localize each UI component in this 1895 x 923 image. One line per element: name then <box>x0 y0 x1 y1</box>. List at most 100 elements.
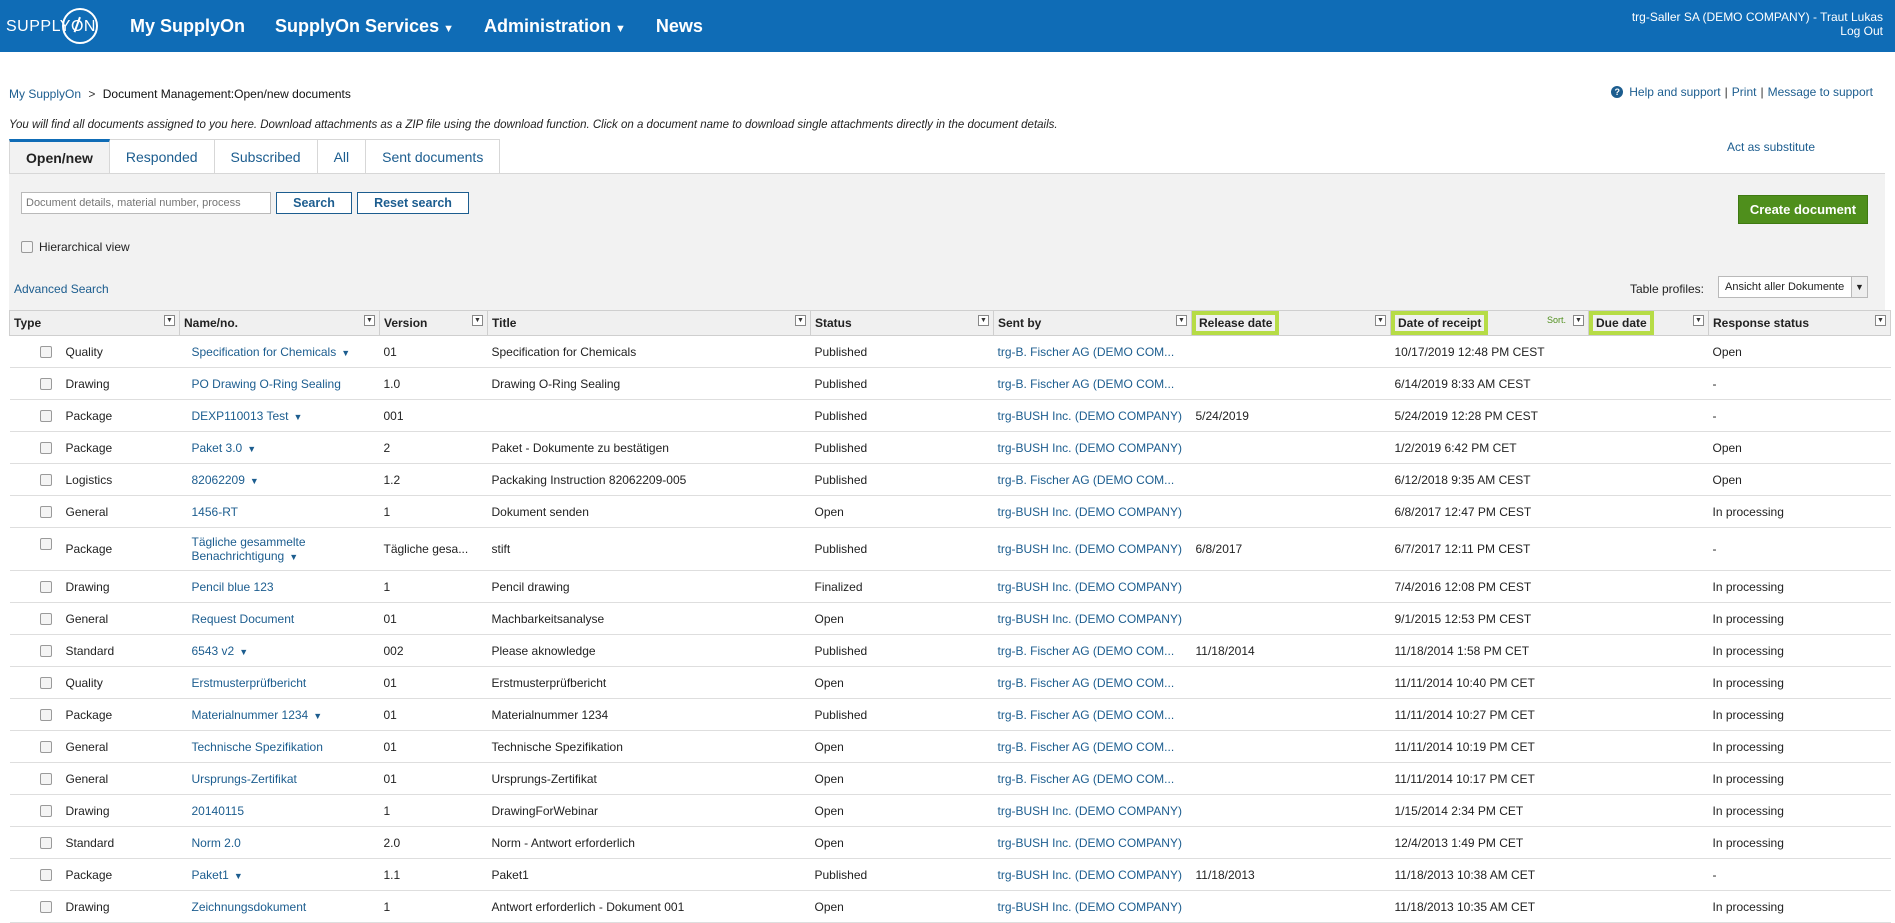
table-row[interactable]: Standard 6543 v2 ▼ 002 Please aknowledge Publ… <box>9 634 1891 667</box>
col-status[interactable]: Status ▼ <box>810 310 994 336</box>
column-menu-icon[interactable]: ▼ <box>1693 315 1704 326</box>
sender-link[interactable]: trg-B. Fischer AG (DEMO COM... <box>993 762 1192 795</box>
table-profile-select[interactable]: Ansicht aller Dokumente ▼ <box>1718 276 1868 298</box>
table-row[interactable]: Quality Erstmusterprüfbericht 01 Erstmuster… <box>9 666 1891 699</box>
act-as-substitute-link[interactable]: Act as substitute <box>1727 140 1815 154</box>
row-checkbox[interactable] <box>39 677 52 689</box>
document-name-link[interactable]: Erstmusterprüfbericht <box>179 666 380 699</box>
document-menu-caret-icon[interactable]: ▼ <box>289 552 298 562</box>
table-row[interactable]: General Ursprungs-Zertifikat 01 Ursprungs-Z… <box>9 762 1891 795</box>
document-menu-caret-icon[interactable]: ▼ <box>239 647 248 657</box>
row-checkbox[interactable] <box>39 346 52 358</box>
table-row[interactable]: Quality Specification for Chemicals ▼ 01 Spe… <box>9 335 1891 368</box>
sender-link[interactable]: trg-BUSH Inc. (DEMO COMPANY) <box>993 495 1192 528</box>
sender-link[interactable]: trg-B. Fischer AG (DEMO COM... <box>993 666 1192 699</box>
document-name-link[interactable]: Specification for Chemicals ▼ <box>179 335 380 368</box>
row-checkbox[interactable] <box>39 645 52 657</box>
document-name-link[interactable]: Request Document <box>179 602 380 635</box>
col-release-date[interactable]: Release date ▼ <box>1191 310 1391 336</box>
row-checkbox[interactable] <box>39 709 52 721</box>
tab-all[interactable]: All <box>317 139 367 173</box>
document-name-link[interactable]: Tägliche gesammelte Benachrichtigung ▼ <box>179 527 380 571</box>
search-button[interactable]: Search <box>276 192 352 214</box>
document-name[interactable]: Paket1 <box>192 868 229 882</box>
logout-link[interactable]: Log Out <box>1632 24 1883 38</box>
document-name[interactable]: Technische Spezifikation <box>192 740 323 754</box>
document-name[interactable]: Specification for Chemicals <box>192 345 337 359</box>
document-name-link[interactable]: Paket 3.0 ▼ <box>179 431 380 464</box>
table-row[interactable]: Standard Norm 2.0 2.0 Norm - Antwort erford… <box>9 826 1891 859</box>
document-menu-caret-icon[interactable]: ▼ <box>250 476 259 486</box>
table-row[interactable]: Logistics 82062209 ▼ 1.2 Packaking Instructi… <box>9 463 1891 496</box>
sender-link[interactable]: trg-B. Fischer AG (DEMO COM... <box>993 698 1192 731</box>
column-menu-icon[interactable]: ▼ <box>364 315 375 326</box>
column-menu-icon[interactable]: ▼ <box>795 315 806 326</box>
document-name-link[interactable]: PO Drawing O-Ring Sealing <box>179 367 380 400</box>
document-name-link[interactable]: 82062209 ▼ <box>179 463 380 496</box>
table-row[interactable]: Package Paket 3.0 ▼ 2 Paket - Dokumente zu b… <box>9 431 1891 464</box>
search-input[interactable] <box>21 192 271 214</box>
column-menu-icon[interactable]: ▼ <box>472 315 483 326</box>
col-response-status[interactable]: Response status ▼ <box>1708 310 1891 336</box>
row-checkbox[interactable] <box>39 538 52 550</box>
sender-link[interactable]: trg-B. Fischer AG (DEMO COM... <box>993 730 1192 763</box>
col-due-date[interactable]: Due date ▼ <box>1588 310 1709 336</box>
document-name[interactable]: Zeichnungsdokument <box>192 900 307 914</box>
col-sent-by[interactable]: Sent by ▼ <box>993 310 1192 336</box>
document-name-link[interactable]: Paket1 ▼ <box>179 858 380 891</box>
nav-my-supplyon[interactable]: My SupplyOn <box>130 16 245 37</box>
document-name[interactable]: 82062209 <box>192 473 245 487</box>
sender-link[interactable]: trg-BUSH Inc. (DEMO COMPANY) <box>993 858 1192 891</box>
col-version[interactable]: Version ▼ <box>379 310 488 336</box>
document-name[interactable]: 20140115 <box>192 804 245 818</box>
row-checkbox[interactable] <box>39 474 52 486</box>
document-name[interactable]: Request Document <box>192 612 295 626</box>
nav-supplyon-services[interactable]: SupplyOn Services ▼ <box>275 16 454 37</box>
tab-responded[interactable]: Responded <box>109 139 215 173</box>
document-name-link[interactable]: 20140115 <box>179 794 380 827</box>
sender-link[interactable]: trg-BUSH Inc. (DEMO COMPANY) <box>993 826 1192 859</box>
row-checkbox[interactable] <box>39 378 52 390</box>
table-row[interactable]: Package Tägliche gesammelte Benachrichtig… <box>9 527 1891 571</box>
document-name-link[interactable]: 1456-RT <box>179 495 380 528</box>
table-row[interactable]: Drawing Zeichnungsdokument 1 Antwort erford… <box>9 890 1891 923</box>
column-menu-icon[interactable]: ▼ <box>164 315 175 326</box>
document-name[interactable]: 6543 v2 <box>192 644 235 658</box>
row-checkbox[interactable] <box>39 837 52 849</box>
sender-link[interactable]: trg-B. Fischer AG (DEMO COM... <box>993 367 1192 400</box>
document-menu-caret-icon[interactable]: ▼ <box>293 412 302 422</box>
breadcrumb-home-link[interactable]: My SupplyOn <box>9 87 81 101</box>
row-checkbox[interactable] <box>39 869 52 881</box>
sender-link[interactable]: trg-B. Fischer AG (DEMO COM... <box>993 335 1192 368</box>
table-row[interactable]: Drawing 20140115 1 DrawingForWebinar Open trg… <box>9 794 1891 827</box>
sender-link[interactable]: trg-BUSH Inc. (DEMO COMPANY) <box>993 570 1192 603</box>
message-support-link[interactable]: Message to support <box>1768 85 1873 99</box>
sender-link[interactable]: trg-BUSH Inc. (DEMO COMPANY) <box>993 890 1192 923</box>
sender-link[interactable]: trg-BUSH Inc. (DEMO COMPANY) <box>993 602 1192 635</box>
document-name[interactable]: DEXP110013 Test <box>192 409 289 423</box>
nav-administration[interactable]: Administration ▼ <box>484 16 626 37</box>
nav-news[interactable]: News <box>656 16 703 37</box>
column-menu-icon[interactable]: ▼ <box>978 315 989 326</box>
column-menu-icon[interactable]: ▼ <box>1375 315 1386 326</box>
table-row[interactable]: Drawing Pencil blue 123 1 Pencil drawing Fin… <box>9 570 1891 603</box>
col-name[interactable]: Name/no. ▼ <box>179 310 380 336</box>
supplyon-logo[interactable]: SUPPLYON <box>6 8 102 44</box>
row-checkbox[interactable] <box>39 581 52 593</box>
help-support-link[interactable]: Help and support <box>1629 85 1720 99</box>
row-checkbox[interactable] <box>39 410 52 422</box>
table-row[interactable]: General Request Document 01 Machbarkeitsana… <box>9 602 1891 635</box>
row-checkbox[interactable] <box>39 805 52 817</box>
document-menu-caret-icon[interactable]: ▼ <box>313 711 322 721</box>
table-row[interactable]: General Technische Spezifikation 01 Technis… <box>9 730 1891 763</box>
sender-link[interactable]: trg-BUSH Inc. (DEMO COMPANY) <box>993 431 1192 464</box>
column-menu-icon[interactable]: ▼ <box>1875 315 1886 326</box>
row-checkbox[interactable] <box>39 741 52 753</box>
advanced-search-link[interactable]: Advanced Search <box>14 282 109 296</box>
table-row[interactable]: Package DEXP110013 Test ▼ 001 Published trg-B… <box>9 399 1891 432</box>
tab-open-new[interactable]: Open/new <box>9 139 110 173</box>
row-checkbox[interactable] <box>39 901 52 913</box>
sender-link[interactable]: trg-BUSH Inc. (DEMO COMPANY) <box>993 527 1192 571</box>
document-name-link[interactable]: 6543 v2 ▼ <box>179 634 380 667</box>
tab-sent-documents[interactable]: Sent documents <box>366 139 501 173</box>
